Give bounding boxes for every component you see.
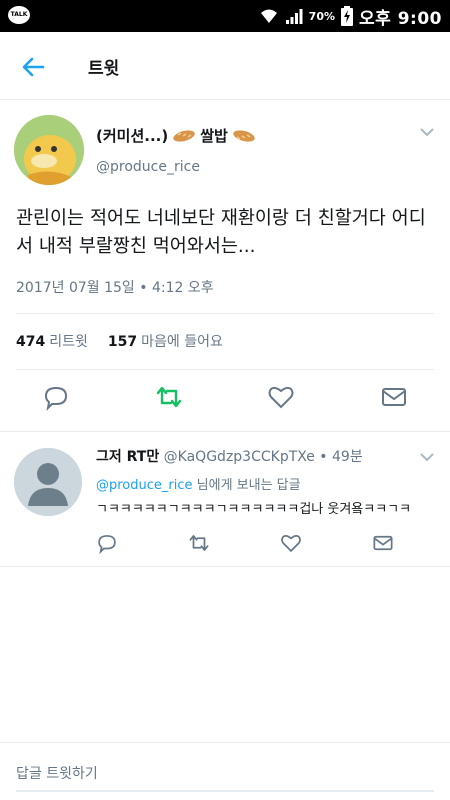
reply-age: 49분: [332, 449, 363, 465]
reply-header: 그저 RT만 @KaQGdzp3CCKpTXe • 49분: [96, 446, 363, 466]
avatar[interactable]: [14, 115, 84, 185]
reply-context-label: 님에게 보내는 답글: [192, 478, 301, 493]
kakaotalk-icon: TALK: [8, 6, 30, 24]
baguette-emoji-icon: [173, 129, 195, 142]
separator-dot: •: [319, 449, 328, 465]
tweet-stats: 474 리트윗 157 마음에 들어요: [16, 331, 223, 351]
battery-percent: 70%: [308, 9, 336, 23]
input-underline: [16, 790, 434, 792]
reply-tweet[interactable]: 그저 RT만 @KaQGdzp3CCKpTXe • 49분 @produce_r…: [0, 431, 450, 567]
reply-context: @produce_rice 님에게 보내는 답글: [96, 474, 301, 493]
heart-icon[interactable]: [267, 383, 295, 411]
retweet-icon[interactable]: [155, 383, 183, 411]
status-bar-right: 70% 오후 9:00: [259, 0, 442, 32]
author-name[interactable]: (커미션...) 쌀밥: [96, 125, 256, 146]
reply-author-name[interactable]: 그저 RT만: [96, 449, 159, 465]
author-name-text: (커미션...): [96, 127, 169, 145]
baguette-emoji-icon: [233, 129, 255, 142]
reply-author-handle[interactable]: @KaQGdzp3CCKpTXe: [164, 449, 315, 465]
retweet-icon[interactable]: [188, 532, 210, 554]
back-arrow-icon[interactable]: [18, 52, 48, 82]
tweet-text: 관린이는 적어도 너네보단 재환이랑 더 친할거다 어디서 내적 부랄짱친 먹어…: [16, 208, 426, 257]
retweet-stat[interactable]: 474 리트윗: [16, 331, 88, 351]
direct-message-icon[interactable]: [380, 383, 408, 411]
wifi-icon: [260, 9, 277, 23]
reply-icon[interactable]: [42, 383, 70, 411]
like-stat[interactable]: 157 마음에 들어요: [108, 331, 223, 351]
clock: 오후 9:00: [359, 8, 442, 29]
direct-message-icon[interactable]: [372, 532, 394, 554]
avatar[interactable]: [14, 448, 82, 516]
heart-icon[interactable]: [280, 532, 302, 554]
retweet-count: 474: [16, 334, 46, 350]
author-handle[interactable]: @produce_rice: [96, 159, 200, 175]
reply-input[interactable]: 답글 트윗하기: [16, 763, 98, 783]
author-name-suffix: 쌀밥: [200, 127, 228, 145]
like-count: 157: [107, 334, 138, 350]
reply-mention-link[interactable]: @produce_rice: [96, 478, 193, 493]
default-avatar-icon: [14, 448, 82, 516]
like-label: 마음에 들어요: [141, 334, 223, 350]
tweet-actions: [0, 383, 450, 417]
retweet-label: 리트윗: [49, 334, 88, 350]
signal-icon: [285, 9, 303, 24]
chevron-down-icon[interactable]: [420, 127, 434, 137]
divider: [16, 369, 434, 370]
chevron-down-icon[interactable]: [420, 452, 434, 462]
reply-icon[interactable]: [96, 532, 118, 554]
reply-text: ㄱㅋㅋㅋㅋㅋㄱㅋㅋㅋㄱㅋㅋㅋㅋㅋㅋ겁나 웃겨욬ㅋㅋㄱㅋ: [96, 502, 412, 517]
page-title: 트윗: [88, 59, 120, 79]
app-header: 트윗: [0, 32, 450, 100]
tweet-timestamp: 2017년 07월 15일 • 4:12 오후: [16, 280, 214, 296]
status-bar: TALK 70% 오후 9:00: [0, 0, 450, 32]
psyduck-avatar-image: [14, 115, 84, 185]
divider: [16, 313, 434, 314]
battery-charging-icon: [341, 6, 354, 26]
reply-composer: 답글 트윗하기: [0, 742, 450, 800]
